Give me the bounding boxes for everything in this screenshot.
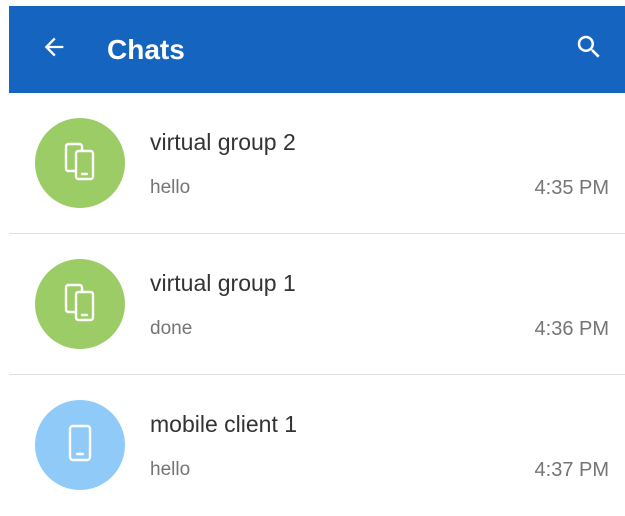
chat-timestamp: 4:36 PM	[534, 318, 609, 340]
chat-timestamp: 4:35 PM	[534, 177, 609, 199]
chat-name: mobile client 1	[150, 411, 298, 437]
chat-name: virtual group 1	[150, 270, 296, 296]
chat-timestamp: 4:37 PM	[534, 459, 609, 481]
chat-last-message: hello	[150, 177, 191, 198]
arrow-back-icon	[40, 33, 68, 66]
chat-list: virtual group 2 hello 4:35 PM virtual gr…	[9, 93, 625, 516]
chat-last-message: hello	[150, 459, 191, 480]
chat-list-item[interactable]: mobile client 1 hello 4:37 PM	[9, 375, 625, 516]
search-button[interactable]	[570, 30, 608, 68]
app-bar: Chats	[9, 6, 625, 93]
page-title: Chats	[107, 34, 185, 65]
search-icon	[574, 32, 604, 67]
avatar	[35, 400, 125, 490]
chat-last-message: done	[150, 318, 193, 339]
devices-icon	[59, 281, 101, 328]
chat-list-item[interactable]: virtual group 1 done 4:36 PM	[9, 234, 625, 375]
back-button[interactable]	[36, 31, 72, 67]
avatar	[35, 118, 125, 208]
chat-list-item[interactable]: virtual group 2 hello 4:35 PM	[9, 93, 625, 234]
chat-name: virtual group 2	[150, 129, 296, 155]
smartphone-icon	[59, 422, 101, 469]
avatar	[35, 259, 125, 349]
devices-icon	[59, 140, 101, 187]
